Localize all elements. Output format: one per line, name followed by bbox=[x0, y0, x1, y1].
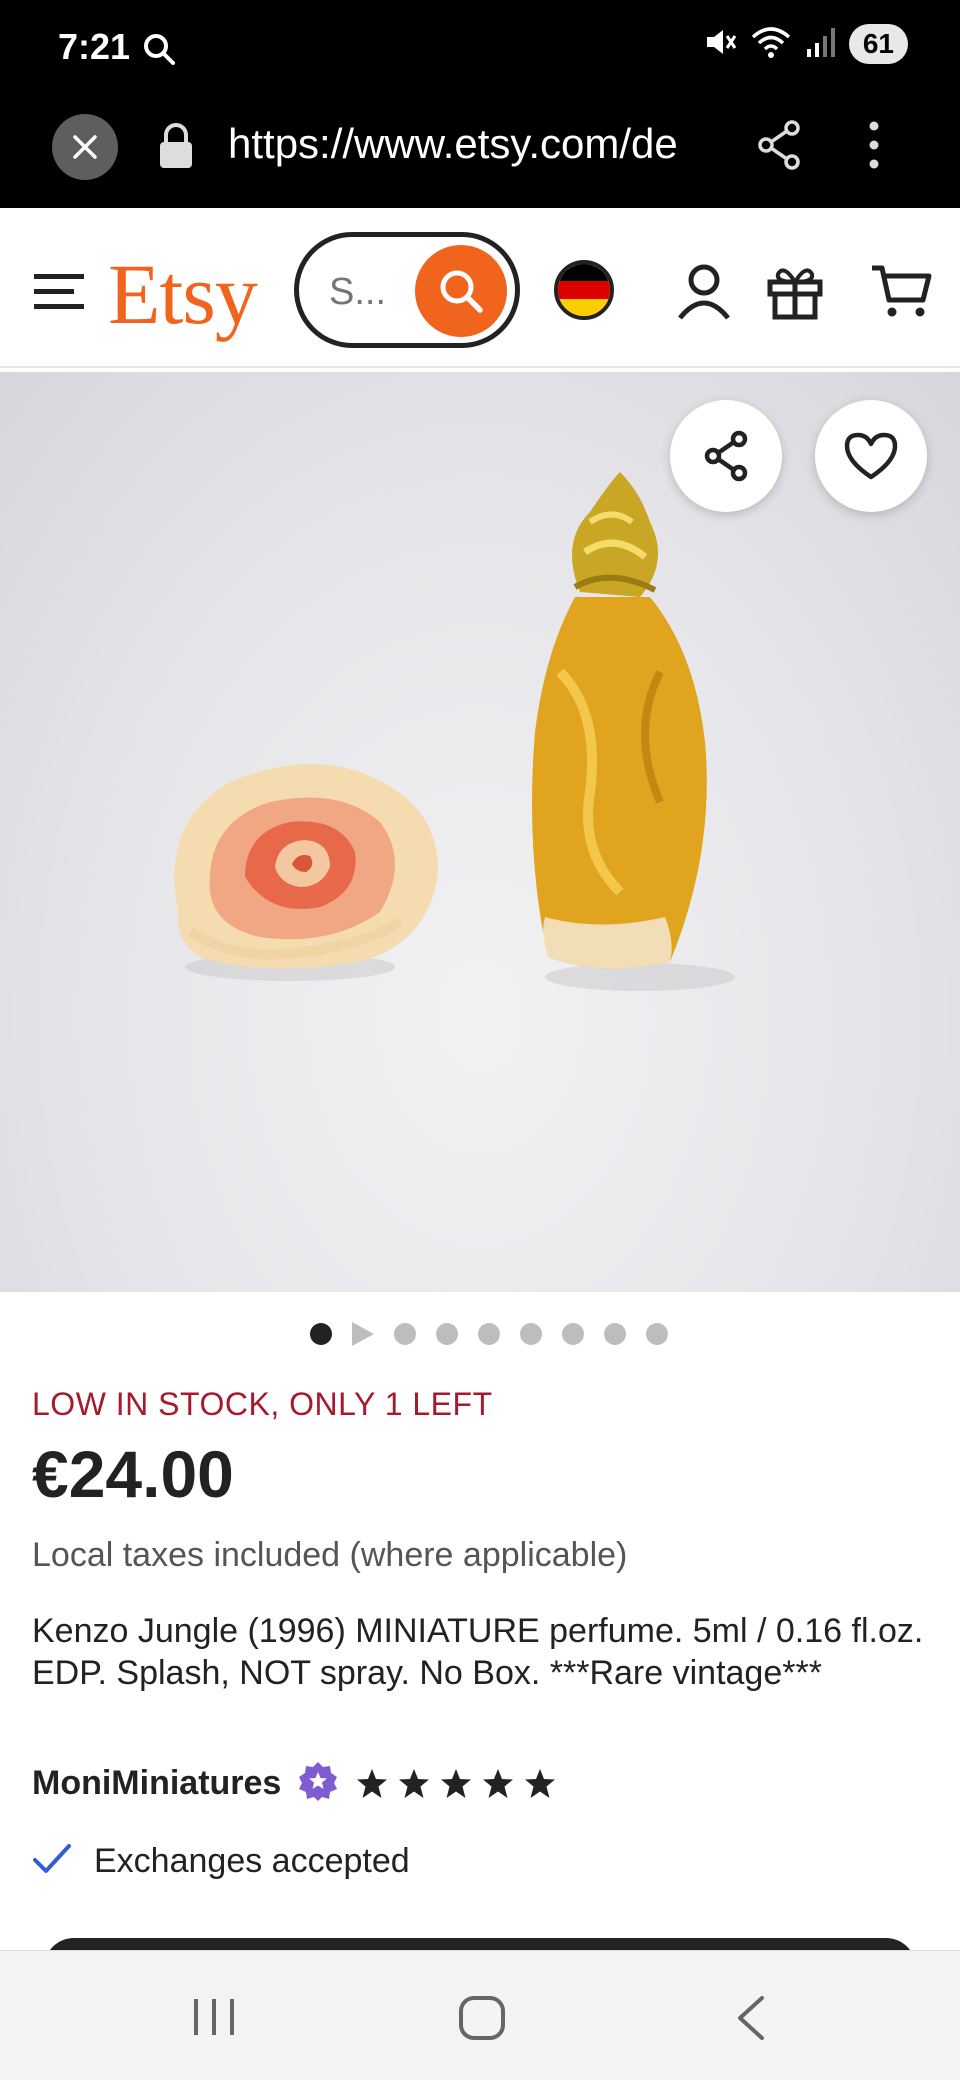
status-time: 7:21 bbox=[58, 26, 131, 67]
product-photo bbox=[174, 472, 735, 991]
carousel-dot[interactable] bbox=[478, 1323, 500, 1345]
check-icon bbox=[32, 1842, 72, 1881]
system-nav-bar bbox=[0, 1950, 960, 2080]
exchanges-row: Exchanges accepted bbox=[32, 1842, 410, 1881]
shop-name-link[interactable]: MoniMiniatures bbox=[32, 1764, 281, 1803]
search-bar[interactable] bbox=[294, 232, 520, 348]
etsy-logo[interactable]: Etsy bbox=[108, 244, 258, 344]
recent-apps-icon[interactable] bbox=[190, 1995, 238, 2044]
search-input[interactable] bbox=[329, 271, 409, 314]
lock-icon bbox=[156, 122, 196, 175]
carousel-dot[interactable] bbox=[310, 1323, 332, 1345]
carousel-dot[interactable] bbox=[520, 1323, 542, 1345]
image-carousel-indicator bbox=[0, 1322, 960, 1346]
favorite-button[interactable] bbox=[815, 400, 927, 512]
star-icon bbox=[525, 1768, 556, 1798]
region-flag-icon[interactable] bbox=[554, 260, 614, 320]
star-icon bbox=[441, 1768, 472, 1798]
carousel-dot[interactable] bbox=[604, 1323, 626, 1345]
video-indicator-icon[interactable] bbox=[352, 1322, 374, 1346]
home-icon[interactable] bbox=[458, 1995, 506, 2046]
close-icon bbox=[73, 135, 97, 159]
carousel-dot[interactable] bbox=[394, 1323, 416, 1345]
site-header: Etsy bbox=[0, 208, 960, 368]
status-icons: 61 bbox=[703, 24, 908, 64]
gift-icon[interactable] bbox=[766, 262, 824, 325]
carousel-dot[interactable] bbox=[646, 1323, 668, 1345]
share-button[interactable] bbox=[670, 400, 782, 512]
more-vert-icon[interactable] bbox=[862, 118, 886, 177]
close-tab-button[interactable] bbox=[52, 114, 118, 180]
mute-icon bbox=[703, 25, 737, 64]
shop-info: MoniMiniatures bbox=[32, 1760, 557, 1807]
battery-indicator: 61 bbox=[848, 24, 908, 64]
back-icon[interactable] bbox=[734, 1995, 768, 2046]
heart-icon bbox=[844, 432, 898, 480]
carousel-dot[interactable] bbox=[562, 1323, 584, 1345]
carousel-dot[interactable] bbox=[436, 1323, 458, 1345]
signal-icon bbox=[805, 25, 835, 64]
star-icon bbox=[399, 1768, 430, 1798]
star-icon bbox=[483, 1768, 514, 1798]
share-icon bbox=[704, 430, 748, 482]
wifi-icon bbox=[751, 25, 791, 64]
url-field[interactable]: https://www.etsy.com/de bbox=[228, 120, 714, 168]
exchanges-label: Exchanges accepted bbox=[94, 1842, 410, 1880]
product-image[interactable] bbox=[0, 372, 960, 1292]
product-title: Kenzo Jungle (1996) MINIATURE perfume. 5… bbox=[32, 1612, 924, 1692]
search-icon bbox=[440, 270, 483, 313]
search-icon bbox=[142, 32, 176, 71]
cart-icon[interactable] bbox=[870, 262, 932, 325]
perfume-bottle bbox=[531, 472, 707, 969]
rose-decoration bbox=[174, 764, 439, 969]
browser-url-bar: https://www.etsy.com/de bbox=[0, 98, 960, 208]
tax-note: Local taxes included (where applicable) bbox=[32, 1536, 628, 1574]
stock-notice: LOW IN STOCK, ONLY 1 LEFT bbox=[32, 1386, 493, 1422]
account-icon[interactable] bbox=[676, 262, 732, 325]
share-icon[interactable] bbox=[754, 118, 804, 177]
status-bar: 7:21 61 bbox=[0, 0, 960, 98]
rating-stars[interactable] bbox=[355, 1767, 557, 1801]
star-seller-badge-icon bbox=[297, 1760, 339, 1807]
search-button[interactable] bbox=[415, 245, 507, 337]
price: €24.00 bbox=[32, 1437, 234, 1511]
star-icon bbox=[357, 1768, 388, 1798]
menu-icon[interactable] bbox=[34, 272, 84, 317]
